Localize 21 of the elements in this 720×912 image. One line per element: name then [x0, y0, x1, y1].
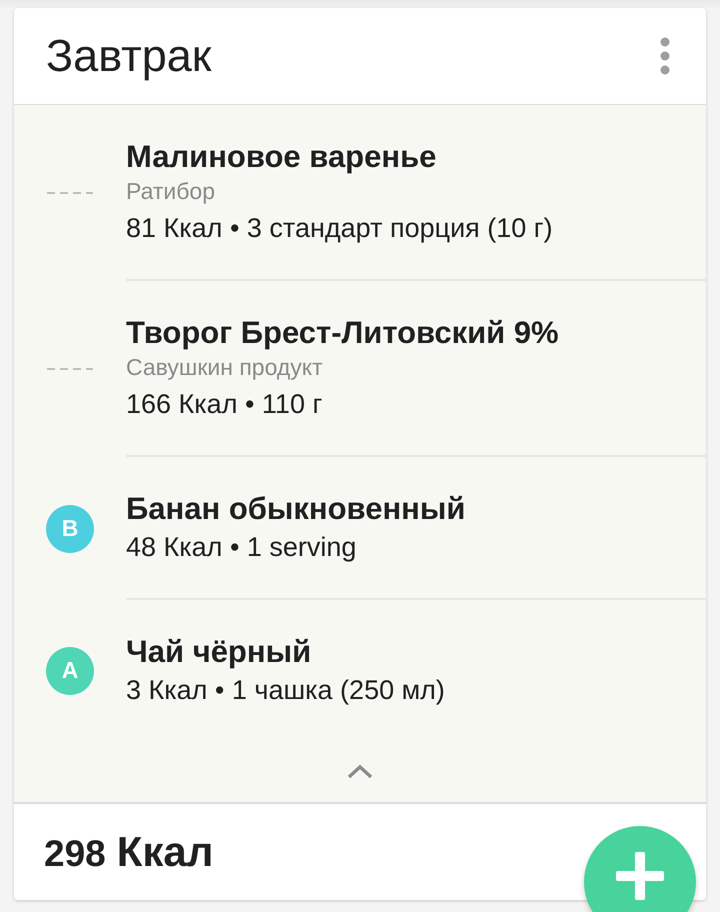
grade-badge: B	[46, 504, 94, 552]
grade-badge: A	[46, 646, 94, 694]
add-button[interactable]	[584, 826, 696, 912]
serving-details: 166 Ккал • 110 г	[126, 388, 322, 421]
brand-name: Савушкин продукт	[126, 353, 323, 382]
serving-details: 3 Ккал • 1 чашка (250 мл)	[126, 674, 445, 707]
more-vertical-icon	[660, 37, 670, 75]
calorie-unit: Ккал	[116, 827, 214, 877]
serving-details: 48 Ккал • 1 serving	[126, 531, 356, 564]
dashed-line-icon	[47, 192, 93, 194]
food-name[interactable]: Чай чёрный	[126, 634, 312, 670]
serving-details: 81 Ккал • 3 стандарт порция (10 г)	[126, 212, 553, 245]
food-name[interactable]: Малиновое варенье	[126, 139, 436, 175]
food-name[interactable]: Банан обыкновенный	[126, 491, 466, 527]
food-name[interactable]: Творог Брест-Литовский 9%	[126, 315, 559, 351]
plus-icon	[616, 852, 664, 900]
total-calories: 298	[44, 832, 106, 876]
brand-name: Ратибор	[126, 177, 216, 206]
dashed-line-icon	[47, 368, 93, 370]
meal-title: Завтрак	[46, 30, 212, 82]
chevron-up-icon	[347, 764, 373, 779]
